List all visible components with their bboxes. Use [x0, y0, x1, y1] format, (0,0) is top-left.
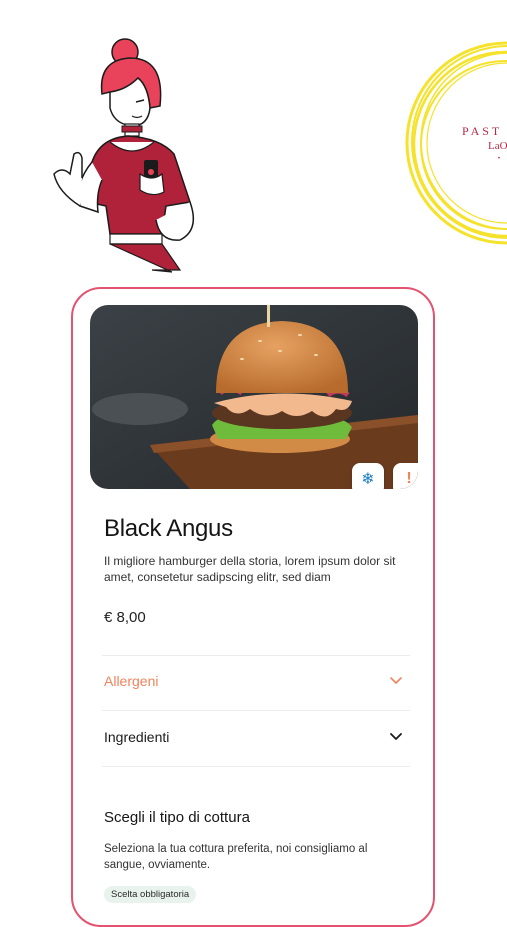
logo-subtext: LaO	[488, 140, 507, 152]
snowflake-icon: ❄	[361, 471, 375, 488]
allergens-label: Allergeni	[104, 673, 159, 689]
required-badge: Scelta obbligatoria	[104, 886, 197, 903]
cooking-section-title: Scegli il tipo di cottura	[104, 809, 250, 826]
product-price: € 8,00	[104, 609, 146, 626]
logo-dots: • •	[498, 156, 507, 162]
ingredients-label: Ingredienti	[104, 729, 170, 745]
allergens-accordion[interactable]: Allergeni	[104, 669, 402, 693]
chevron-down-icon	[390, 677, 402, 684]
frozen-badge[interactable]: ❄	[352, 463, 384, 489]
logo-text: PAST	[462, 124, 503, 138]
product-title: Black Angus	[104, 515, 233, 542]
ingredients-accordion[interactable]: Ingredienti	[104, 725, 402, 749]
woman-phone-illustration	[40, 34, 230, 274]
product-card: ❄ ! Black Angus Il migliore hamburger de…	[71, 287, 435, 927]
product-description: Il migliore hamburger della storia, lore…	[104, 554, 396, 584]
divider	[102, 655, 410, 656]
cooking-section-description: Seleziona la tua cottura preferita, noi …	[104, 843, 368, 871]
exclamation-icon: !	[406, 470, 412, 487]
divider	[102, 766, 410, 767]
divider	[102, 710, 410, 711]
restaurant-logo: PAST LaO • •	[392, 38, 507, 248]
product-image: ❄ !	[90, 305, 418, 489]
chevron-down-icon	[390, 733, 402, 740]
alert-badge[interactable]: !	[393, 463, 418, 489]
